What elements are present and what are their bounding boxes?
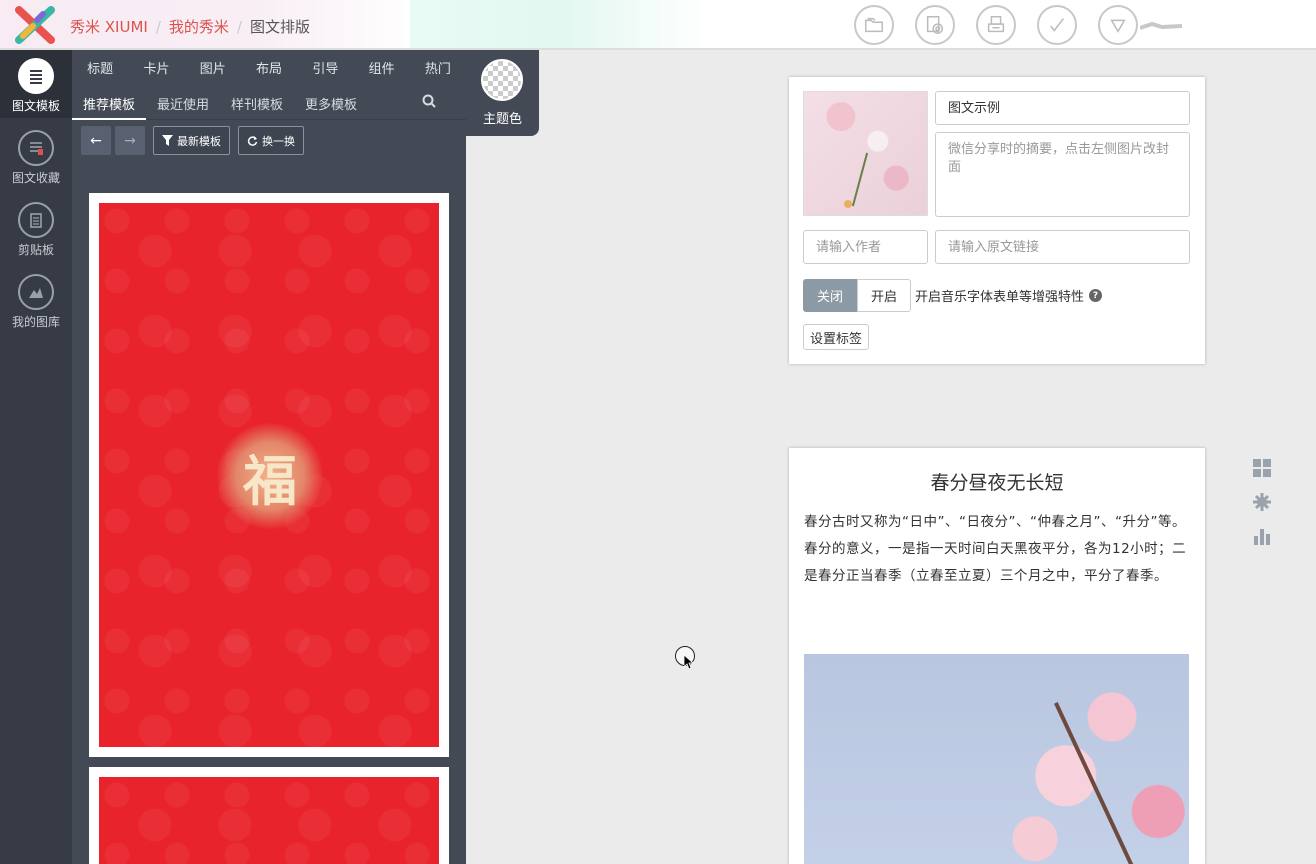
rail-item-favorites[interactable]: 图文收藏 — [0, 130, 72, 186]
category-row: 标题 卡片 图片 布局 引导 组件 热门 — [72, 58, 466, 77]
breadcrumb-current: 图文排版 — [249, 18, 310, 36]
category-guide[interactable]: 引导 — [297, 58, 353, 77]
finish-check-button[interactable] — [1037, 5, 1077, 45]
rail-item-label: 剪贴板 — [17, 243, 54, 257]
print-button[interactable] — [976, 5, 1016, 45]
tab-recent[interactable]: 最近使用 — [146, 86, 220, 120]
left-rail: 图文模板 图文收藏 剪贴板 我的图库 — [0, 50, 72, 864]
author-input[interactable]: 请输入作者 — [803, 230, 928, 264]
bar-chart-icon[interactable] — [1252, 526, 1272, 546]
help-icon[interactable]: ? — [1089, 289, 1103, 302]
rail-item-label: 图文收藏 — [11, 171, 60, 185]
gear-icon[interactable] — [1252, 492, 1272, 512]
dropdown-triangle-icon — [1110, 19, 1126, 33]
rail-item-clipboard[interactable]: 剪贴板 — [0, 202, 72, 258]
breadcrumb-separator: / — [155, 17, 161, 36]
feature-description: 开启音乐字体表单等增强特性 ? — [915, 286, 1103, 305]
summary-textarea[interactable]: 微信分享时的摘要，点击左侧图片改封面 — [935, 132, 1190, 217]
image-settings-button[interactable] — [915, 5, 955, 45]
cursor-arrow-icon — [684, 655, 694, 669]
arrow-right-icon: → — [124, 132, 136, 149]
photo-decoration — [1054, 702, 1138, 864]
category-image[interactable]: 图片 — [185, 58, 241, 77]
article-card: 春分昼夜无长短 春分古时又称为“日中”、“日夜分”、“仲春之月”、“升分”等。春… — [789, 448, 1205, 864]
set-tags-button[interactable]: 设置标签 — [803, 324, 870, 350]
print-icon — [987, 16, 1005, 33]
cover-decoration — [851, 152, 869, 207]
category-component[interactable]: 组件 — [353, 58, 409, 77]
cover-image[interactable] — [803, 91, 928, 216]
open-folder-button[interactable] — [854, 5, 894, 45]
breadcrumb-my-xiumi[interactable]: 我的秀米 — [169, 16, 229, 37]
grid-icon[interactable] — [1252, 458, 1272, 478]
enhanced-features-toggle: 关闭 开启 — [803, 279, 912, 312]
more-dropdown-button[interactable] — [1098, 5, 1138, 45]
category-layout[interactable]: 布局 — [241, 58, 297, 77]
decorative-scribble-icon — [1140, 21, 1182, 30]
template-preview: 福 — [99, 203, 439, 747]
fortune-badge: 福 — [217, 423, 323, 529]
article-title[interactable]: 春分昼夜无长短 — [789, 468, 1205, 495]
tab-recommended[interactable]: 推荐模板 — [72, 86, 147, 120]
header-background-wash-2 — [410, 0, 710, 48]
breadcrumb: 秀米 XIUMI / 我的秀米 / 图文排版 — [70, 16, 310, 37]
search-icon[interactable] — [422, 94, 436, 108]
template-card[interactable] — [89, 767, 449, 864]
article-meta-card: 图文示例 微信分享时的摘要，点击左侧图片改封面 请输入作者 请输入原文链接 关闭… — [789, 77, 1205, 364]
theme-color-swatch[interactable] — [481, 59, 523, 101]
category-hot[interactable]: 热门 — [410, 58, 466, 77]
template-tabs: 推荐模板 最近使用 样刊模板 更多模板 — [72, 86, 466, 120]
toggle-off-button[interactable]: 关闭 — [803, 279, 858, 312]
shuffle-button[interactable]: 换一换 — [238, 126, 304, 155]
rail-item-label: 图文模板 — [11, 99, 60, 113]
image-settings-icon — [926, 16, 944, 34]
rail-item-label: 我的图库 — [11, 315, 60, 329]
filter-icon — [162, 135, 173, 146]
toggle-on-button[interactable]: 开启 — [857, 279, 912, 312]
list-icon — [18, 58, 54, 94]
side-tools — [1252, 458, 1274, 560]
folder-icon — [865, 17, 883, 33]
top-bar: 秀米 XIUMI / 我的秀米 / 图文排版 — [0, 0, 1316, 50]
cover-decoration — [844, 200, 852, 208]
newest-templates-button[interactable]: 最新模板 — [153, 126, 230, 155]
newest-templates-label: 最新模板 — [177, 134, 221, 148]
template-preview — [99, 777, 439, 864]
theme-color-label[interactable]: 主题色 — [466, 108, 539, 127]
check-icon — [1050, 18, 1064, 32]
rail-item-gallery[interactable]: 我的图库 — [0, 274, 72, 330]
title-input[interactable]: 图文示例 — [935, 91, 1190, 125]
template-card[interactable]: 福 — [89, 193, 449, 757]
feature-label: 开启音乐字体表单等增强特性 — [915, 290, 1085, 305]
category-card[interactable]: 卡片 — [128, 58, 184, 77]
xiumi-logo[interactable] — [15, 6, 55, 44]
article-body[interactable]: 春分古时又称为“日中”、“日夜分”、“仲春之月”、“升分”等。春分的意义，一是指… — [804, 509, 1192, 590]
prev-button[interactable]: ← — [81, 126, 111, 155]
breadcrumb-separator: / — [236, 17, 242, 36]
rail-item-templates[interactable]: 图文模板 — [0, 50, 72, 118]
article-photo[interactable] — [804, 654, 1189, 864]
arrow-left-icon: ← — [90, 132, 102, 149]
clipboard-icon — [18, 202, 54, 238]
image-library-icon — [18, 274, 54, 310]
refresh-icon — [247, 136, 258, 146]
shuffle-label: 换一换 — [262, 134, 295, 148]
category-title[interactable]: 标题 — [72, 58, 128, 77]
tab-more[interactable]: 更多模板 — [294, 86, 368, 120]
template-actions: ← → 最新模板 换一换 — [81, 126, 304, 155]
bookmark-list-icon — [18, 130, 54, 166]
source-link-input[interactable]: 请输入原文链接 — [935, 230, 1190, 264]
next-button[interactable]: → — [115, 126, 145, 155]
breadcrumb-brand[interactable]: 秀米 XIUMI — [70, 16, 148, 37]
tab-sample[interactable]: 样刊模板 — [220, 86, 294, 120]
top-toolbar — [854, 5, 1138, 45]
